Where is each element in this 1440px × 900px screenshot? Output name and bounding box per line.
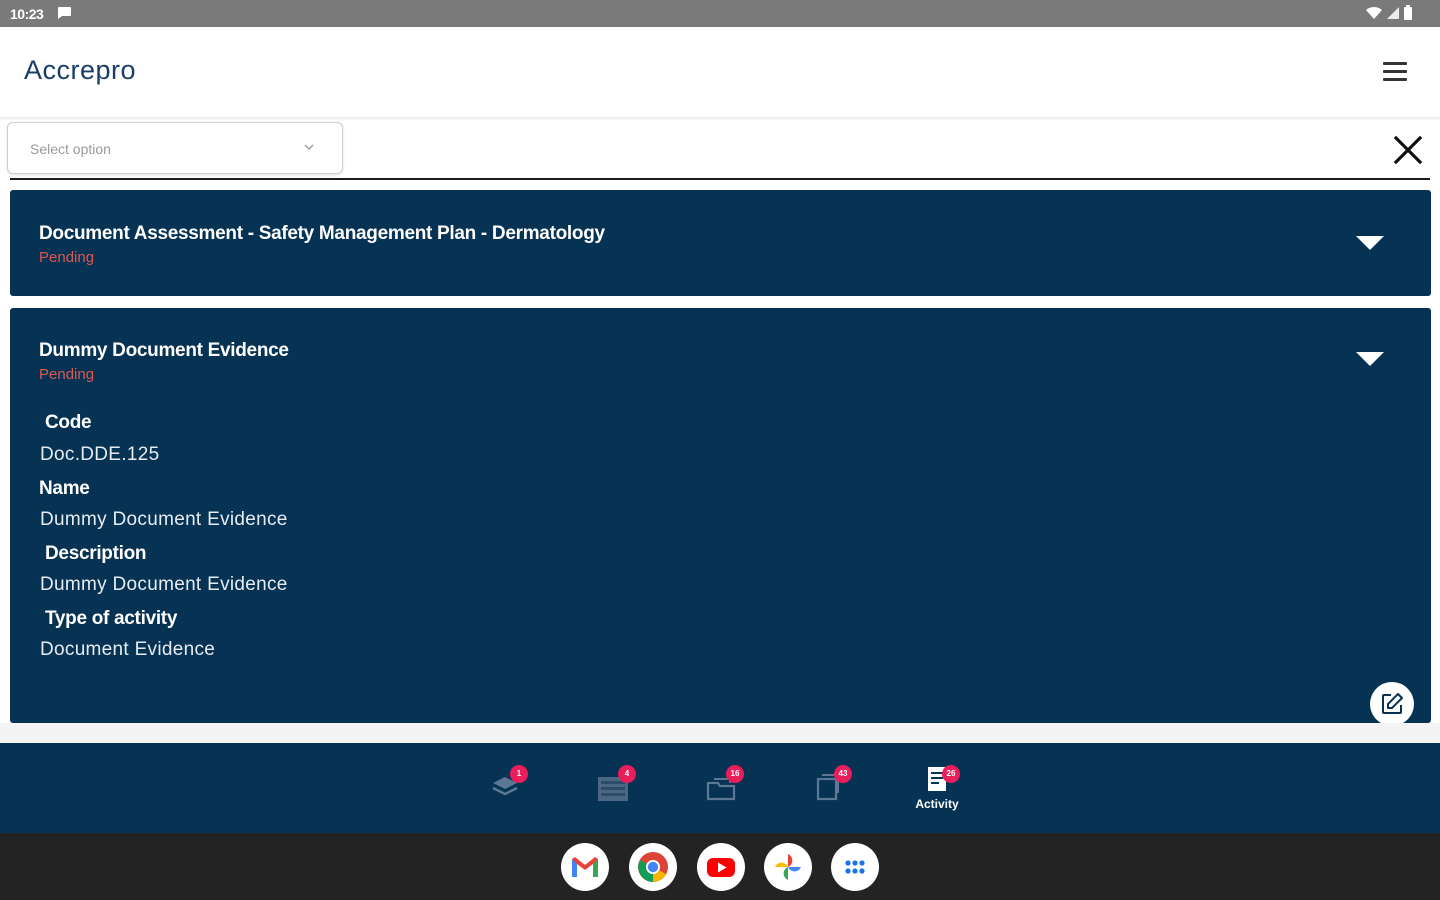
message-notification-icon <box>58 7 71 19</box>
status-badge: Pending <box>39 366 95 383</box>
app-header: Accrepro <box>0 27 1440 117</box>
close-icon[interactable] <box>1392 134 1424 166</box>
nav-item-list[interactable]: 4 <box>583 763 643 819</box>
edit-icon <box>1382 693 1403 714</box>
nav-badge: 1 <box>510 765 528 783</box>
status-badge: Pending <box>39 249 95 266</box>
field-value-description: Dummy Document Evidence <box>40 574 288 595</box>
filter-divider <box>10 178 1430 180</box>
card-title: Document Assessment - Safety Management … <box>39 223 605 244</box>
status-time: 10:23 <box>10 6 44 22</box>
nav-badge: 43 <box>834 765 852 783</box>
android-dock <box>0 833 1440 900</box>
field-value-name: Dummy Document Evidence <box>40 509 288 530</box>
evidence-card[interactable]: Dummy Document Evidence Pending Code Doc… <box>10 308 1431 726</box>
chrome-app[interactable] <box>629 843 677 891</box>
nav-item-documents[interactable]: 43 <box>799 763 859 819</box>
expand-toggle-icon[interactable] <box>1355 234 1385 252</box>
bottom-navigation: 1 4 16 43 26 Activity <box>0 743 1440 833</box>
system-icons <box>1366 5 1412 20</box>
gmail-app[interactable] <box>561 843 609 891</box>
nav-item-folder[interactable]: 16 <box>691 763 751 819</box>
nav-item-layers[interactable]: 1 <box>475 763 535 819</box>
nav-badge: 4 <box>618 765 636 783</box>
field-label-name: Name <box>39 478 90 499</box>
youtube-icon <box>707 858 735 877</box>
chevron-down-icon <box>304 144 314 150</box>
header-divider <box>0 117 1440 121</box>
card-title: Dummy Document Evidence <box>39 340 289 361</box>
expand-toggle-icon[interactable] <box>1355 350 1385 368</box>
hamburger-menu-button[interactable] <box>1383 62 1407 82</box>
photos-app[interactable] <box>764 843 812 891</box>
menu-line-icon <box>1383 78 1407 81</box>
field-value-activity-type: Document Evidence <box>40 639 216 660</box>
field-label-activity-type: Type of activity <box>45 608 178 629</box>
system-status-bar: 10:23 <box>0 0 1440 27</box>
app-launcher[interactable] <box>831 843 879 891</box>
nav-item-activity[interactable]: 26 Activity <box>907 763 967 819</box>
edit-button[interactable] <box>1370 682 1414 726</box>
accrepro-logo[interactable]: Accrepro <box>24 55 136 86</box>
menu-line-icon <box>1383 62 1407 65</box>
field-label-description: Description <box>45 543 147 564</box>
youtube-app[interactable] <box>697 843 745 891</box>
photos-icon <box>775 854 801 880</box>
nav-label-activity: Activity <box>915 797 959 811</box>
gmail-icon <box>572 857 598 877</box>
assessment-card[interactable]: Document Assessment - Safety Management … <box>10 190 1431 296</box>
nav-badge: 16 <box>726 765 744 783</box>
signal-icon <box>1387 6 1399 19</box>
field-value-code: Doc.DDE.125 <box>40 444 160 465</box>
battery-icon <box>1404 5 1412 20</box>
app-grid-icon <box>845 860 865 874</box>
content-footer-gap <box>0 723 1440 743</box>
wifi-icon <box>1366 6 1382 19</box>
chrome-icon <box>638 852 668 882</box>
option-select-dropdown[interactable]: Select option <box>7 122 343 174</box>
menu-line-icon <box>1383 70 1407 73</box>
select-placeholder: Select option <box>30 141 111 157</box>
field-label-code: Code <box>45 412 92 433</box>
nav-badge: 26 <box>942 765 960 783</box>
